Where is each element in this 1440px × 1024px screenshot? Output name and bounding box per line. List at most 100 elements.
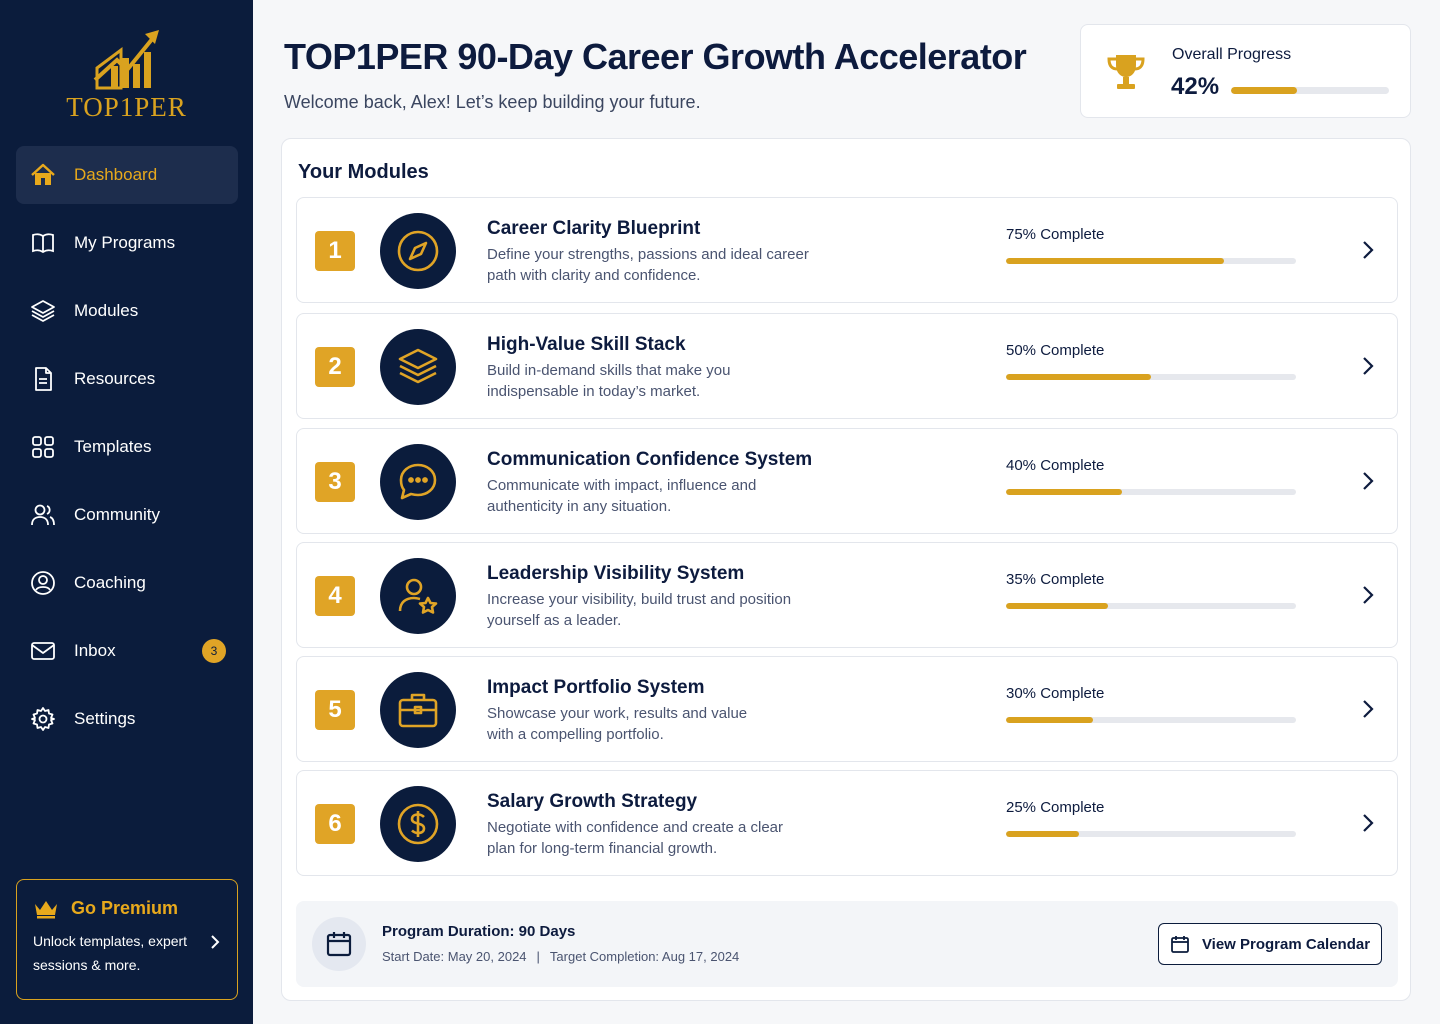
module-description-line: plan for long-term financial growth. (487, 840, 718, 857)
program-target-date: Target Completion: Aug 17, 2024 (549, 949, 740, 964)
module-title: High-Value Skill Stack (487, 334, 686, 355)
go-premium-card[interactable]: Go Premium Unlock templates, expert sess… (16, 879, 238, 1000)
sidebar-item-label: My Programs (74, 233, 176, 252)
sidebar-item-coaching[interactable]: Coaching (16, 554, 238, 612)
module-description-line: Showcase your work, results and value (487, 705, 748, 722)
chevron-right-icon[interactable] (1361, 699, 1375, 719)
logo-chart-icon (93, 30, 159, 90)
module-title: Leadership Visibility System (487, 563, 745, 584)
overall-progress-label: Overall Progress (1172, 46, 1292, 63)
sidebar-item-label: Dashboard (74, 165, 158, 184)
home-icon (30, 162, 56, 188)
premium-title: Go Premium (33, 898, 221, 919)
module-title: Salary Growth Strategy (487, 791, 698, 812)
chevron-right-icon[interactable] (1361, 356, 1375, 376)
view-program-calendar-button[interactable]: View Program Calendar (1158, 923, 1382, 965)
module-description-line: Build in-demand skills that make you (487, 362, 731, 379)
chevron-right-icon[interactable] (1361, 813, 1375, 833)
page-title: TOP1PER 90-Day Career Growth Accelerator (284, 36, 1027, 77)
date-separator: | (536, 949, 540, 964)
module-icon-circle (380, 213, 456, 289)
layers-icon (398, 348, 438, 384)
chevron-right-icon[interactable] (1361, 471, 1375, 491)
sidebar-item-label: Community (74, 505, 160, 524)
dollar-icon (397, 803, 439, 845)
module-icon-circle (380, 329, 456, 405)
module-description-line: Increase your visibility, build trust an… (487, 591, 792, 608)
calendar-icon (1171, 936, 1189, 953)
module-number: 6 (315, 804, 355, 844)
module-progress-text: 50% Complete (1006, 342, 1105, 359)
module-description-line: with a compelling portfolio. (487, 726, 664, 743)
module-number: 4 (315, 576, 355, 616)
page-subtitle: Welcome back, Alex! Let’s keep building … (284, 92, 701, 112)
module-progress-fill (1006, 489, 1122, 495)
sidebar-item-templates[interactable]: Templates (16, 418, 238, 476)
module-icon-circle (380, 786, 456, 862)
grid-icon (30, 434, 56, 460)
module-description: Define your strengths, passions and idea… (487, 244, 827, 286)
module-card-salary-growth[interactable]: 6 Salary Growth Strategy Negotiate with … (296, 770, 1398, 876)
module-icon-circle (380, 672, 456, 748)
module-title: Communication Confidence System (487, 449, 813, 470)
user-star-icon (398, 578, 438, 614)
sidebar-item-label: Resources (74, 369, 156, 388)
module-description: Build in-demand skills that make you ind… (487, 360, 827, 402)
premium-title-text: Go Premium (71, 898, 179, 918)
chevron-right-icon[interactable] (1361, 585, 1375, 605)
calendar-icon-circle (312, 917, 366, 971)
overall-progress-value: 42% (1171, 73, 1220, 100)
user-circle-icon (30, 570, 56, 596)
module-progress-bar (1006, 374, 1296, 380)
module-progress-bar (1006, 831, 1296, 837)
module-description-line: Communicate with impact, influence and (487, 477, 757, 494)
sidebar: TOP1PER Dashboard My Programs Modules Re… (0, 0, 253, 1024)
module-icon-circle (380, 558, 456, 634)
sidebar-item-settings[interactable]: Settings (16, 690, 238, 748)
chevron-right-icon[interactable] (1361, 240, 1375, 260)
users-icon (30, 502, 56, 528)
compass-icon (397, 230, 439, 272)
module-progress-text: 30% Complete (1006, 685, 1105, 702)
module-description-line: yourself as a leader. (487, 612, 622, 629)
crown-icon (35, 900, 57, 918)
briefcase-icon (398, 693, 438, 728)
brand-name: TOP1PER (66, 92, 187, 122)
mail-icon (30, 638, 56, 664)
sidebar-item-label: Templates (74, 437, 152, 456)
module-card-impact-portfolio[interactable]: 5 Impact Portfolio System Showcase your … (296, 656, 1398, 762)
sidebar-item-dashboard[interactable]: Dashboard (16, 146, 238, 204)
module-progress-bar (1006, 717, 1296, 723)
sidebar-item-label: Inbox (74, 641, 116, 660)
module-card-leadership[interactable]: 4 Leadership Visibility System Increase … (296, 542, 1398, 648)
book-icon (30, 230, 56, 256)
chevron-right-icon (211, 935, 220, 949)
sidebar-item-my-programs[interactable]: My Programs (16, 214, 238, 272)
module-progress-fill (1006, 603, 1108, 609)
module-description: Showcase your work, results and value wi… (487, 703, 827, 745)
sidebar-item-inbox[interactable]: Inbox 3 (16, 622, 238, 680)
overall-progress-fill (1231, 87, 1298, 94)
layers-icon (30, 298, 56, 324)
brand-logo[interactable]: TOP1PER (0, 28, 253, 123)
module-card-communication[interactable]: 3 Communication Confidence System Commun… (296, 428, 1398, 534)
sidebar-item-modules[interactable]: Modules (16, 282, 238, 340)
calendar-icon (326, 932, 352, 957)
module-card-career-clarity[interactable]: 1 Career Clarity Blueprint Define your s… (296, 197, 1398, 303)
program-duration-title: Program Duration: 90 Days (382, 923, 576, 940)
sidebar-nav: Dashboard My Programs Modules Resources … (16, 146, 238, 758)
sidebar-item-label: Settings (74, 709, 136, 728)
program-dates: Start Date: May 20, 2024 | Target Completi… (382, 949, 739, 964)
inbox-count-badge: 3 (202, 639, 226, 663)
module-description-line: Negotiate with confidence and create a c… (487, 819, 784, 836)
module-progress-bar (1006, 603, 1296, 609)
module-progress-fill (1006, 374, 1151, 380)
module-description: Increase your visibility, build trust an… (487, 589, 827, 631)
sidebar-item-community[interactable]: Community (16, 486, 238, 544)
modules-section-title: Your Modules (298, 161, 429, 183)
module-icon-circle (380, 444, 456, 520)
module-card-skill-stack[interactable]: 2 High-Value Skill Stack Build in-demand… (296, 313, 1398, 419)
module-title: Career Clarity Blueprint (487, 218, 701, 239)
module-progress-text: 40% Complete (1006, 457, 1105, 474)
sidebar-item-resources[interactable]: Resources (16, 350, 238, 408)
